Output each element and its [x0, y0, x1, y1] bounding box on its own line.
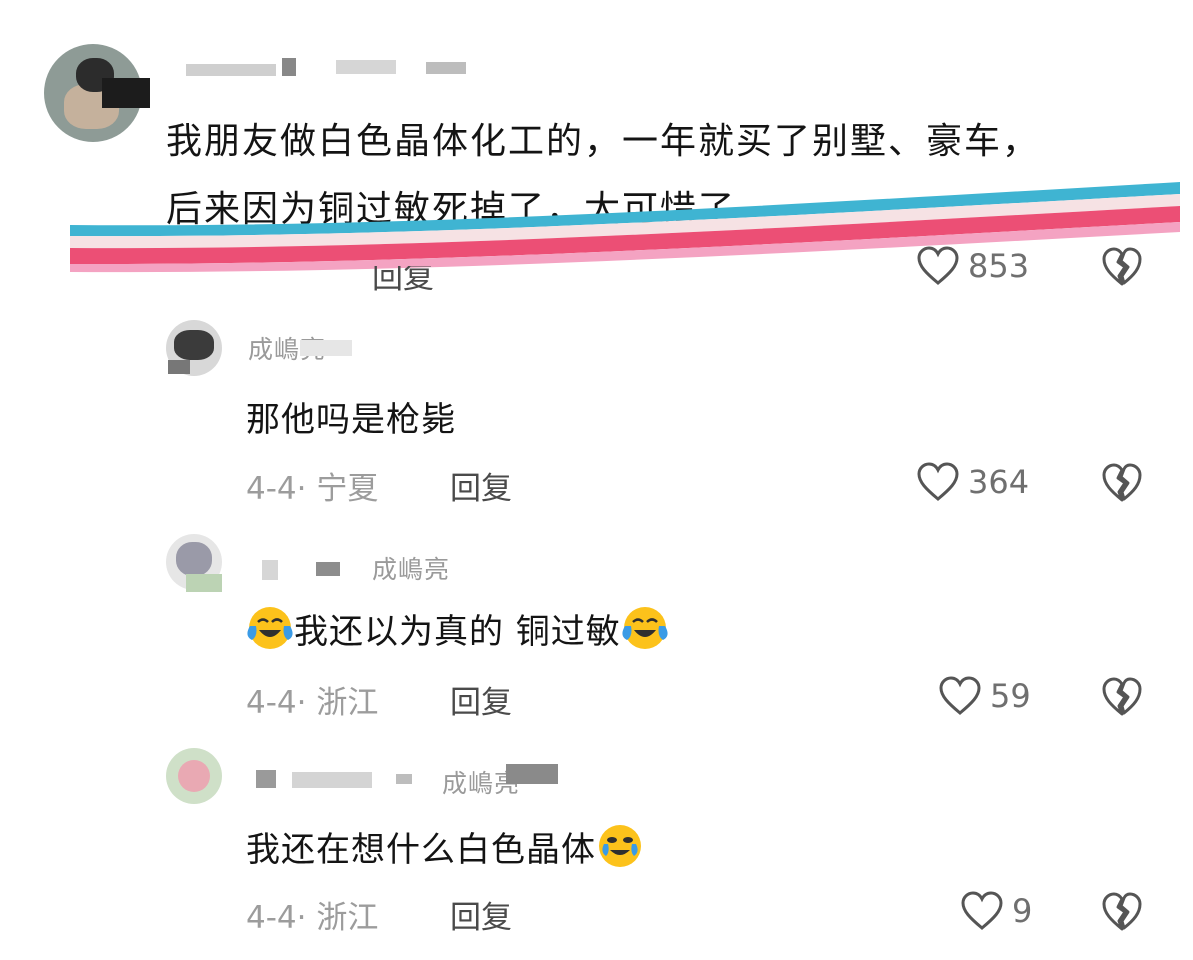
username-redacted[interactable] [186, 58, 486, 80]
dislike-button[interactable] [1101, 677, 1143, 721]
username-redacted[interactable] [256, 556, 356, 582]
like-button[interactable]: 853 [916, 246, 1029, 286]
comment-text: 我还以为真的 铜过敏 [246, 604, 669, 653]
reply-button[interactable]: 回复 [450, 892, 512, 937]
heart-outline-icon [961, 891, 1003, 930]
dislike-button[interactable] [1101, 892, 1143, 936]
broken-heart-icon [1102, 892, 1142, 931]
heart-outline-icon [917, 246, 959, 285]
heart-outline-icon [917, 462, 959, 501]
username-target[interactable]: 成嶋亮 [372, 550, 450, 586]
avatar-figure [174, 330, 214, 360]
redaction-block [168, 360, 190, 374]
redaction-block [506, 764, 558, 784]
comment-text-body: 我还在想什么白色晶体 [246, 830, 596, 870]
reply-button[interactable]: 回复 [450, 677, 512, 722]
comment-text-line-2: 后来因为铜过敏死掉了，太可惜了 [166, 189, 737, 230]
dislike-button[interactable] [1101, 247, 1143, 291]
like-count: 364 [968, 463, 1030, 501]
broken-heart-icon [1102, 247, 1142, 286]
avatar-figure [178, 760, 210, 792]
reply-button[interactable]: 回复 [450, 463, 512, 508]
broken-heart-icon [1102, 463, 1142, 502]
crying-laughing-emoji-icon [622, 607, 668, 649]
like-button[interactable]: 59 [938, 676, 1031, 716]
like-count: 9 [1012, 892, 1033, 930]
like-button[interactable]: 364 [916, 462, 1029, 502]
broken-heart-icon [1102, 677, 1142, 716]
comment-text-body: 我还以为真的 铜过敏 [294, 612, 621, 652]
comment-text: 我还在想什么白色晶体 [246, 822, 644, 871]
redaction-block [102, 78, 150, 108]
like-button[interactable]: 9 [960, 891, 1032, 931]
comment-text-line-1: 我朋友做白色晶体化工的，一年就买了别墅、豪车， [166, 121, 1041, 162]
like-count: 59 [990, 677, 1031, 715]
avatar-figure [176, 542, 212, 576]
reply-button[interactable]: 回复 [372, 266, 434, 297]
crying-laughing-emoji-icon [247, 607, 293, 649]
like-count: 853 [968, 247, 1030, 285]
tears-of-joy-emoji-icon [599, 825, 641, 867]
username-redacted[interactable] [246, 764, 426, 792]
comment-meta: 4-4· 浙江 [246, 900, 379, 936]
heart-outline-icon [939, 676, 981, 715]
comment-text: 那他吗是枪毙 [246, 400, 456, 440]
redaction-block [300, 340, 352, 356]
dislike-button[interactable] [1101, 463, 1143, 507]
comment-meta: 4-4· 浙江 [246, 685, 379, 721]
comment-meta: 4-4· 宁夏 [246, 471, 379, 507]
redaction-block [186, 574, 222, 592]
avatar[interactable] [166, 748, 222, 804]
